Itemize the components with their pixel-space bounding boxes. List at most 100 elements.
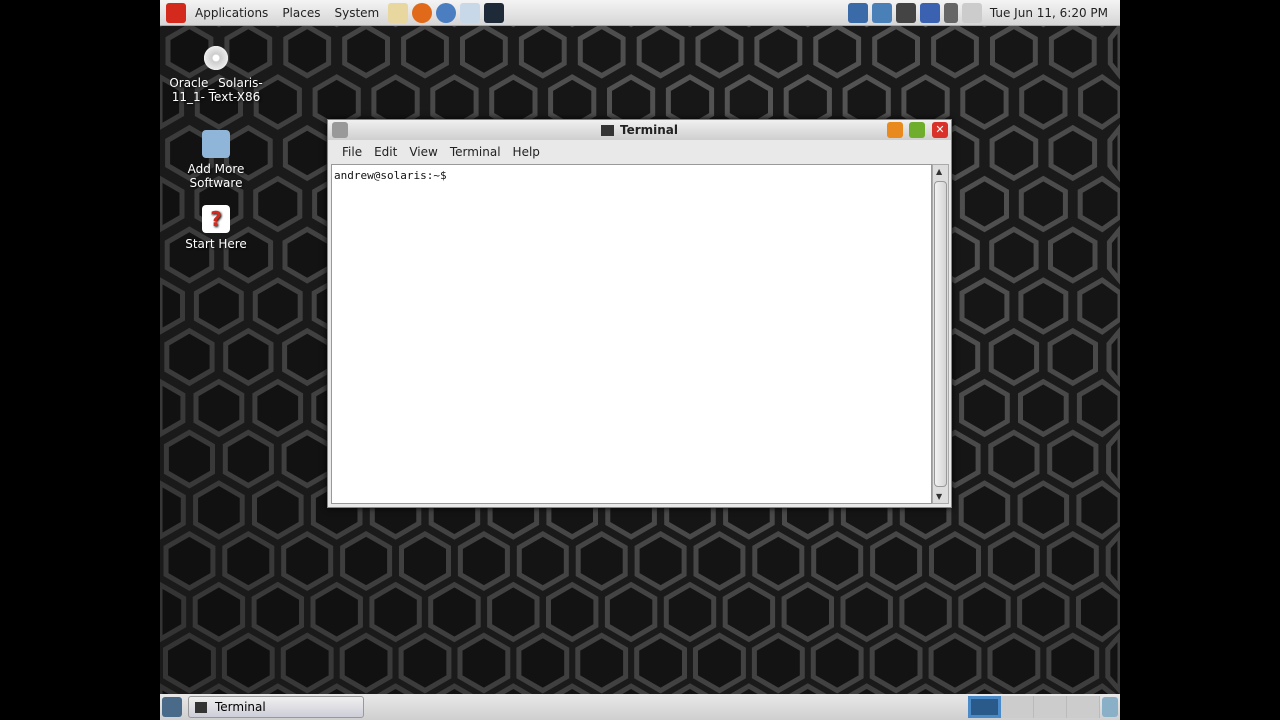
hex-cell [339,632,393,694]
package-icon [202,130,230,158]
hex-cell [958,581,1011,643]
scroll-down-icon[interactable]: ▼ [936,492,942,501]
hex-cell [959,378,1010,438]
hex-cell [282,226,332,284]
hex-cell [428,581,481,643]
thunderbird-icon[interactable] [436,2,457,23]
hex-cell [722,581,776,643]
system-monitor-icon[interactable] [847,2,868,23]
workspace-3[interactable] [1034,696,1067,718]
scroll-up-icon[interactable]: ▲ [936,167,942,176]
update-icon[interactable] [460,2,481,23]
icon-label: Add More Software [187,162,245,190]
taskbar-terminal-button[interactable]: Terminal [188,696,364,718]
menu-terminal[interactable]: Terminal [444,145,507,159]
terminal-output[interactable]: andrew@solaris:~$ [331,164,932,504]
menu-edit[interactable]: Edit [368,145,403,159]
hex-cell [252,378,304,438]
hex-cell [1048,226,1098,284]
hex-cell [282,327,333,387]
hex-cell [222,429,274,489]
hex-cell [989,226,1039,284]
hex-cell [575,632,629,694]
workspace-2[interactable] [1001,696,1034,718]
hex-cell [1018,277,1069,335]
hex-cell [1105,631,1120,695]
menu-file[interactable]: File [336,145,368,159]
hex-cell [1106,225,1120,285]
firefox-icon[interactable] [412,2,433,23]
hex-cell [160,378,186,438]
hex-cell [1077,175,1120,233]
terminal-icon[interactable] [484,2,505,23]
hex-cell [1076,480,1120,540]
home-icon[interactable] [388,2,409,23]
hex-cell [840,581,893,643]
terminal-icon [600,124,614,136]
title-bar[interactable]: Terminal ✕ [328,120,951,140]
workspace-4[interactable] [1067,696,1100,718]
hex-cell [1048,23,1097,79]
network-icon[interactable] [871,2,892,23]
printer-icon[interactable] [961,2,982,23]
hex-cell [516,531,569,591]
accessibility-icon[interactable] [919,2,940,23]
volume-icon[interactable] [943,2,958,23]
menu-system[interactable]: System [327,6,386,20]
help-icon: ? [202,205,230,233]
clock-icon[interactable] [895,2,916,23]
close-button[interactable]: ✕ [932,122,948,138]
oracle-logo-icon[interactable] [166,2,186,23]
maximize-button[interactable] [909,122,925,138]
hex-cell [870,531,923,591]
hex-cell [163,531,216,591]
hex-cell [340,531,393,591]
menu-places[interactable]: Places [275,6,327,20]
hex-cell [342,23,390,79]
hex-cell [987,531,1040,591]
window-title: Terminal [619,123,679,137]
scrollbar-thumb[interactable] [934,181,947,487]
hex-cell [221,632,275,694]
hex-cell [1107,22,1120,80]
hex-cell [813,23,862,79]
hex-cell [960,74,1009,130]
hex-cell [988,429,1040,489]
minimize-button[interactable] [887,122,903,138]
workspace-1[interactable] [968,696,1001,718]
hex-cell [1018,175,1068,233]
clock[interactable]: Tue Jun 11, 6:20 PM [984,6,1120,20]
hex-cell [1017,581,1070,643]
desktop-icon-solaris-disc[interactable]: Oracle_ Solaris-11_1- Text-X86 [166,44,266,104]
hex-cell [1018,378,1069,438]
hex-cell [988,327,1040,387]
menu-view[interactable]: View [403,145,443,159]
hex-cell [751,632,805,694]
hex-cell [1046,632,1100,694]
menu-help[interactable]: Help [507,145,546,159]
hex-cell [398,632,452,694]
menu-bar: File Edit View Terminal Help [328,140,951,164]
hex-cell [1047,327,1098,387]
hex-cell [281,429,333,489]
hex-cell [163,632,216,694]
top-panel: Applications Places System Tue Jun 11, 6… [160,0,1120,26]
hex-cell [546,581,599,643]
hex-cell [280,632,334,694]
terminal-window: Terminal ✕ File Edit View Terminal Help … [327,119,952,508]
scrollbar[interactable]: ▲ ▼ [932,164,949,504]
hex-cell [193,378,245,438]
hex-cell [1048,124,1098,182]
desktop-icon-add-software[interactable]: Add More Software [166,130,266,190]
hex-cell [1105,530,1120,592]
hex-cell [636,23,685,79]
hex-cell [252,480,304,540]
hex-cell [283,23,332,79]
menu-applications[interactable]: Applications [188,6,275,20]
window-menu-icon[interactable] [332,122,348,138]
hex-cell [899,581,952,643]
desktop-icon-start-here[interactable]: ? Start Here [166,205,266,251]
trash-icon[interactable] [1102,697,1118,717]
show-desktop-icon[interactable] [162,697,182,717]
hex-cell [1077,277,1120,335]
